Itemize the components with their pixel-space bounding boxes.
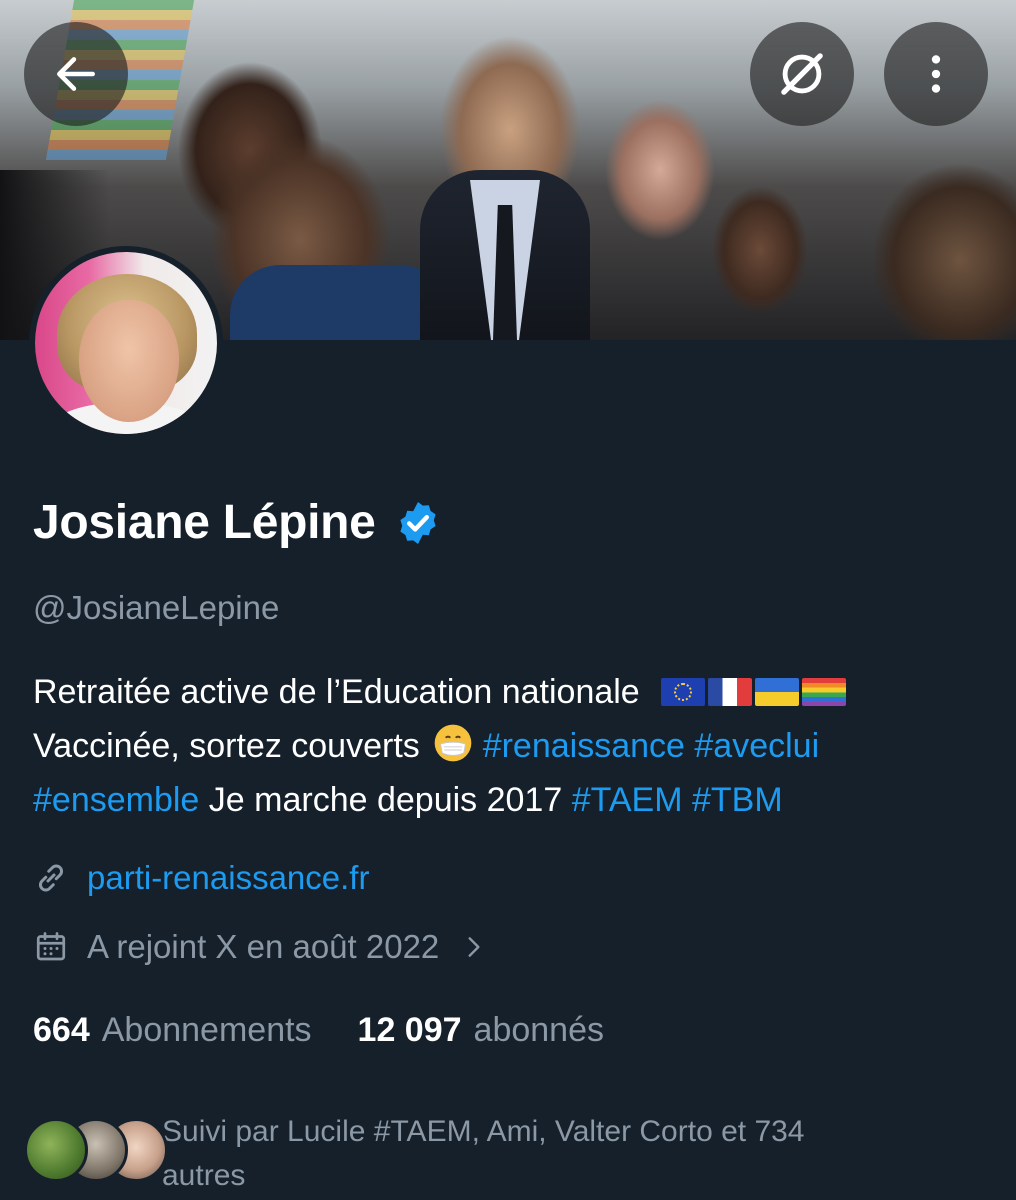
hashtag-ensemble[interactable]: #ensemble [33, 781, 199, 819]
followed-by-avatars [24, 1110, 168, 1182]
profile-name-row: Josiane Lépine [33, 495, 442, 551]
chevron-right-icon [468, 937, 480, 957]
profile-avatar[interactable] [29, 246, 223, 440]
rainbow-flag-icon [802, 678, 847, 706]
calendar-icon [36, 932, 66, 961]
more-options-button[interactable] [884, 22, 988, 126]
following-count: 664 [33, 1011, 90, 1049]
followed-by-line1: Suivi par Lucile #TAEM, Ami, Valter Cort… [162, 1115, 805, 1148]
profile-joined-row[interactable]: A rejoint X en août 2022 [33, 927, 487, 967]
profile-name: Josiane Lépine [33, 496, 376, 549]
avatar-face [79, 300, 179, 422]
bio-text-line1: Retraitée active de l’Education national… [33, 673, 640, 711]
arrow-left-icon [57, 57, 95, 91]
profile-bio: Retraitée active de l’Education national… [33, 665, 993, 827]
followers-count: 12 097 [357, 1011, 462, 1049]
following-label: Abonnements [101, 1011, 312, 1049]
hashtag-taem[interactable]: #TAEM [572, 781, 683, 819]
ukraine-flag-icon [755, 678, 800, 706]
profile-joined-date: A rejoint X en août 2022 [87, 928, 440, 965]
followed-by-row[interactable]: Suivi par Lucile #TAEM, Ami, Valter Cort… [24, 1110, 962, 1198]
france-flag-icon [708, 678, 753, 706]
face-with-medical-mask-icon [434, 724, 472, 762]
profile-website-link[interactable]: parti-renaissance.fr [87, 858, 369, 898]
followed-by-line2: autres [162, 1159, 246, 1192]
profile-website-row: parti-renaissance.fr [33, 858, 369, 898]
banner-figure-scarf [230, 265, 450, 340]
hashtag-tbm[interactable]: #TBM [692, 781, 783, 819]
avatar [24, 1118, 88, 1182]
profile-stats: 664 Abonnements 12 097 abonnés [33, 1009, 604, 1051]
followed-by-text: Suivi par Lucile #TAEM, Ami, Valter Cort… [162, 1110, 962, 1198]
back-button[interactable] [24, 22, 128, 126]
compass-slash-icon [781, 53, 823, 95]
following-stat[interactable]: 664 Abonnements [33, 1009, 312, 1051]
explore-button[interactable] [750, 22, 854, 126]
link-icon [38, 864, 64, 892]
hashtag-aveclui[interactable]: #aveclui [694, 727, 819, 765]
verified-badge-icon[interactable] [394, 499, 442, 547]
more-vertical-icon [931, 55, 941, 93]
profile-page: Josiane Lépine @JosianeLepine Retraitée … [0, 0, 1016, 1200]
eu-flag-icon [661, 678, 706, 706]
bio-text-marche: Je marche depuis 2017 [208, 781, 563, 819]
followers-stat[interactable]: 12 097 abonnés [358, 1009, 604, 1051]
bio-text-line2: Vaccinée, sortez couverts [33, 727, 420, 765]
avatar-photo [35, 252, 217, 434]
profile-handle: @JosianeLepine [33, 589, 280, 626]
followers-label: abonnés [473, 1011, 605, 1049]
hashtag-renaissance[interactable]: #renaissance [483, 727, 685, 765]
